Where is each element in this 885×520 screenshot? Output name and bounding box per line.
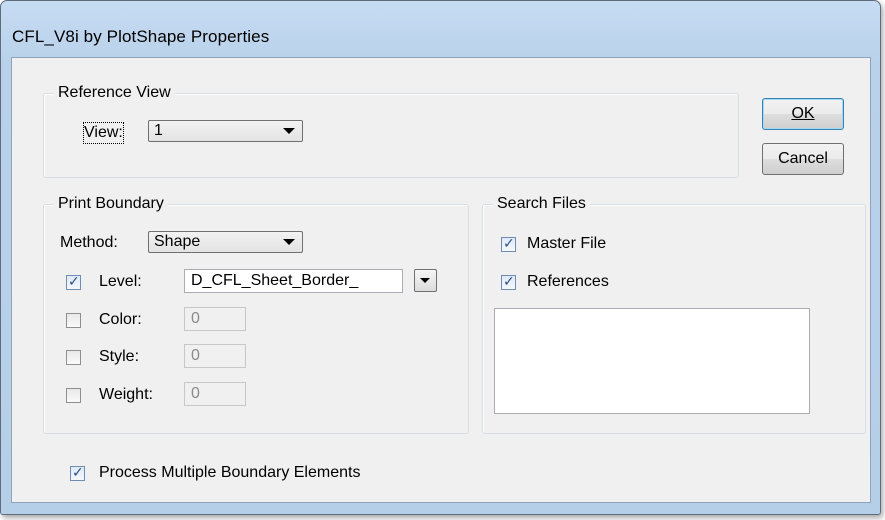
references-listbox[interactable]: [494, 308, 810, 414]
checkmark-icon: ✓: [68, 273, 80, 289]
level-label: Level:: [99, 273, 142, 290]
print-boundary-group: Print Boundary Method: Shape ✓ Level: D_…: [43, 194, 469, 434]
search-files-group: Search Files ✓ Master File ✓ References: [482, 194, 866, 434]
style-field: 0: [184, 344, 246, 368]
view-combobox-value: 1: [154, 122, 163, 139]
view-label: View:: [83, 122, 124, 144]
dialog-window: CFL_V8i by PlotShape Properties Referenc…: [0, 0, 881, 515]
level-picker-button[interactable]: [414, 269, 437, 292]
chevron-down-icon: [420, 278, 430, 283]
cancel-button-label: Cancel: [778, 150, 828, 167]
level-field[interactable]: D_CFL_Sheet_Border_: [184, 269, 403, 293]
color-field-value: 0: [191, 310, 200, 327]
level-checkbox[interactable]: ✓: [66, 273, 81, 290]
title-bar[interactable]: CFL_V8i by PlotShape Properties: [1, 1, 880, 57]
style-label: Style:: [99, 348, 140, 365]
chevron-down-icon: [283, 128, 295, 134]
dialog-body: Reference View View: 1 OK Cancel Print B…: [11, 57, 871, 503]
method-label: Method:: [60, 234, 118, 251]
reference-view-group: Reference View View: 1: [43, 83, 739, 178]
weight-field: 0: [184, 382, 246, 406]
method-combobox-value: Shape: [154, 233, 201, 250]
references-label: References: [527, 273, 609, 290]
checkmark-icon: ✓: [503, 235, 515, 251]
weight-field-value: 0: [191, 385, 200, 402]
master-file-label: Master File: [527, 235, 607, 252]
method-combobox[interactable]: Shape: [148, 231, 303, 253]
weight-label: Weight:: [99, 386, 153, 403]
reference-view-group-label: Reference View: [54, 83, 175, 103]
master-file-checkbox[interactable]: ✓: [501, 235, 516, 252]
ok-button-label: OK: [791, 105, 815, 122]
process-multiple-checkbox[interactable]: ✓: [70, 464, 85, 481]
references-checkbox[interactable]: ✓: [501, 273, 516, 290]
search-files-group-label: Search Files: [493, 194, 590, 214]
color-checkbox[interactable]: [66, 313, 81, 328]
weight-checkbox[interactable]: [66, 388, 81, 403]
cancel-button[interactable]: Cancel: [762, 143, 844, 175]
chevron-down-icon: [283, 239, 295, 245]
checkmark-icon: ✓: [72, 464, 84, 480]
process-multiple-label: Process Multiple Boundary Elements: [99, 464, 361, 481]
color-field: 0: [184, 307, 246, 331]
level-field-value: D_CFL_Sheet_Border_: [191, 272, 359, 289]
style-checkbox[interactable]: [66, 350, 81, 365]
window-title: CFL_V8i by PlotShape Properties: [12, 27, 270, 46]
view-combobox[interactable]: 1: [148, 120, 303, 142]
checkmark-icon: ✓: [503, 273, 515, 289]
print-boundary-group-label: Print Boundary: [54, 194, 168, 214]
ok-button[interactable]: OK: [762, 98, 844, 130]
style-field-value: 0: [191, 347, 200, 364]
color-label: Color:: [99, 311, 142, 328]
